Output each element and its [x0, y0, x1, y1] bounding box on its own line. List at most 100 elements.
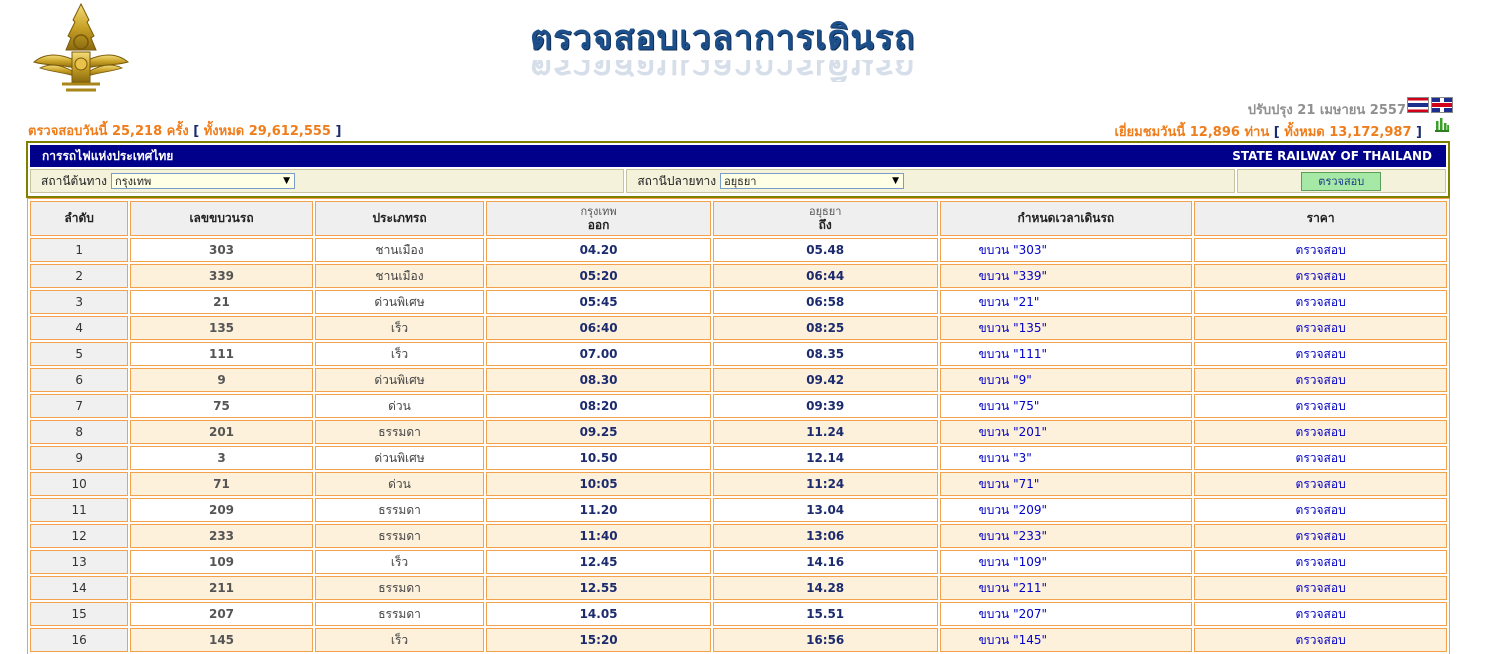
- train-schedule-link[interactable]: ขบวน "233": [939, 524, 1193, 548]
- train-schedule-link[interactable]: ขบวน "209": [939, 498, 1193, 522]
- row-train-type: ธรรมดา: [314, 498, 485, 522]
- col-depart-label: ออก: [587, 217, 610, 232]
- table-row: 12 233 ธรรมดา 11:40 13:06 ขบวน "233" ตรวจสอบ: [30, 524, 1447, 548]
- row-train-type: ด่วนพิเศษ: [314, 368, 485, 392]
- train-schedule-link[interactable]: ขบวน "211": [939, 576, 1193, 600]
- row-train-type: ชานเมือง: [314, 264, 485, 288]
- col-arrive-label: ถึง: [818, 217, 832, 232]
- price-check-link[interactable]: ตรวจสอบ: [1194, 602, 1447, 626]
- destination-label: สถานีปลายทาง: [637, 173, 717, 188]
- row-train-type: ด่วน: [314, 394, 485, 418]
- origin-station-select[interactable]: กรุงเทพ ▼: [111, 173, 296, 189]
- table-row: 15 207 ธรรมดา 14.05 15.51 ขบวน "207" ตรวจสอบ: [30, 602, 1447, 626]
- row-arrive-time: 12.14: [712, 446, 938, 470]
- row-depart-time: 10.50: [486, 446, 711, 470]
- table-row: 5 111 เร็ว 07.00 08.35 ขบวน "111" ตรวจสอบ: [30, 342, 1447, 366]
- price-check-link[interactable]: ตรวจสอบ: [1194, 420, 1447, 444]
- row-seq: 12: [30, 524, 129, 548]
- price-check-link[interactable]: ตรวจสอบ: [1194, 550, 1447, 574]
- train-schedule-link[interactable]: ขบวน "71": [939, 472, 1193, 496]
- row-arrive-time: 14.28: [712, 576, 938, 600]
- row-train-no: 209: [130, 498, 313, 522]
- org-name-th: การรถไฟแห่งประเทศไทย: [42, 148, 174, 163]
- row-train-type: ธรรมดา: [314, 602, 485, 626]
- uk-flag-icon[interactable]: [1431, 97, 1453, 113]
- train-schedule-link[interactable]: ขบวน "9": [939, 368, 1193, 392]
- price-check-link[interactable]: ตรวจสอบ: [1194, 316, 1447, 340]
- origin-label: สถานีต้นทาง: [41, 173, 108, 188]
- price-check-link[interactable]: ตรวจสอบ: [1194, 446, 1447, 470]
- table-row: 2 339 ชานเมือง 05:20 06:44 ขบวน "339" ตรวจสอบ: [30, 264, 1447, 288]
- train-schedule-link[interactable]: ขบวน "109": [939, 550, 1193, 574]
- row-depart-time: 05:20: [486, 264, 711, 288]
- row-depart-time: 11:40: [486, 524, 711, 548]
- col-depart: กรุงเทพ ออก: [486, 201, 711, 236]
- row-train-type: ธรรมดา: [314, 420, 485, 444]
- train-schedule-link[interactable]: ขบวน "339": [939, 264, 1193, 288]
- destination-station-select[interactable]: อยุธยา ▼: [720, 173, 905, 189]
- row-arrive-time: 06:44: [712, 264, 938, 288]
- train-schedule-link[interactable]: ขบวน "201": [939, 420, 1193, 444]
- check-button[interactable]: ตรวจสอบ: [1301, 171, 1382, 191]
- train-schedule-link[interactable]: ขบวน "135": [939, 316, 1193, 340]
- origin-cell: สถานีต้นทาง กรุงเทพ ▼: [30, 169, 625, 193]
- row-train-no: 207: [130, 602, 313, 626]
- srt-winged-emblem-icon: [32, 2, 130, 92]
- bar-chart-icon[interactable]: [1434, 117, 1450, 132]
- row-arrive-time: 14.16: [712, 550, 938, 574]
- page-title: ตรวจสอบเวลาการเดินรถ: [530, 18, 916, 58]
- table-row: 6 9 ด่วนพิเศษ 08.30 09.42 ขบวน "9" ตรวจสอบ: [30, 368, 1447, 392]
- thai-flag-icon[interactable]: [1407, 97, 1429, 113]
- train-schedule-link[interactable]: ขบวน "21": [939, 290, 1193, 314]
- train-schedule-link[interactable]: ขบวน "145": [939, 628, 1193, 652]
- price-check-link[interactable]: ตรวจสอบ: [1194, 472, 1447, 496]
- row-arrive-time: 09.42: [712, 368, 938, 392]
- row-train-type: เร็ว: [314, 628, 485, 652]
- train-schedule-link[interactable]: ขบวน "75": [939, 394, 1193, 418]
- table-row: 9 3 ด่วนพิเศษ 10.50 12.14 ขบวน "3" ตรวจสอบ: [30, 446, 1447, 470]
- col-origin-station: กรุงเทพ: [580, 204, 617, 218]
- price-check-link[interactable]: ตรวจสอบ: [1194, 394, 1447, 418]
- price-check-link[interactable]: ตรวจสอบ: [1194, 524, 1447, 548]
- price-check-link[interactable]: ตรวจสอบ: [1194, 264, 1447, 288]
- row-seq: 1: [30, 238, 129, 262]
- row-train-no: 339: [130, 264, 313, 288]
- visit-stats: เยี่ยมชมวันนี้ 12,896 ท่าน [ ทั้งหมด 13,…: [1114, 125, 1423, 140]
- row-seq: 15: [30, 602, 129, 626]
- table-row: 7 75 ด่วน 08:20 09:39 ขบวน "75" ตรวจสอบ: [30, 394, 1447, 418]
- row-train-no: 233: [130, 524, 313, 548]
- page-title-reflection: ตรวจสอบเวลาการเดินรถ: [530, 60, 916, 82]
- train-schedule-link[interactable]: ขบวน "303": [939, 238, 1193, 262]
- row-train-type: ด่วนพิเศษ: [314, 290, 485, 314]
- row-seq: 11: [30, 498, 129, 522]
- row-train-no: 75: [130, 394, 313, 418]
- table-row: 8 201 ธรรมดา 09.25 11.24 ขบวน "201" ตรวจสอบ: [30, 420, 1447, 444]
- row-train-no: 145: [130, 628, 313, 652]
- row-depart-time: 12.55: [486, 576, 711, 600]
- row-arrive-time: 13.04: [712, 498, 938, 522]
- table-row: 10 71 ด่วน 10:05 11:24 ขบวน "71" ตรวจสอบ: [30, 472, 1447, 496]
- col-type: ประเภทรถ: [314, 201, 485, 236]
- row-train-no: 21: [130, 290, 313, 314]
- price-check-link[interactable]: ตรวจสอบ: [1194, 576, 1447, 600]
- row-arrive-time: 16:56: [712, 628, 938, 652]
- train-schedule-link[interactable]: ขบวน "3": [939, 446, 1193, 470]
- price-check-link[interactable]: ตรวจสอบ: [1194, 290, 1447, 314]
- row-depart-time: 09.25: [486, 420, 711, 444]
- search-row: สถานีต้นทาง กรุงเทพ ▼ สถานีปลายทาง อยุธย…: [30, 169, 1446, 193]
- price-check-link[interactable]: ตรวจสอบ: [1194, 238, 1447, 262]
- train-schedule-link[interactable]: ขบวน "111": [939, 342, 1193, 366]
- row-arrive-time: 05.48: [712, 238, 938, 262]
- row-arrive-time: 09:39: [712, 394, 938, 418]
- row-seq: 14: [30, 576, 129, 600]
- price-check-link[interactable]: ตรวจสอบ: [1194, 498, 1447, 522]
- row-seq: 9: [30, 446, 129, 470]
- price-check-link[interactable]: ตรวจสอบ: [1194, 342, 1447, 366]
- train-schedule-link[interactable]: ขบวน "207": [939, 602, 1193, 626]
- row-depart-time: 08:20: [486, 394, 711, 418]
- org-name-en: STATE RAILWAY OF THAILAND: [1232, 149, 1432, 163]
- price-check-link[interactable]: ตรวจสอบ: [1194, 368, 1447, 392]
- row-depart-time: 12.45: [486, 550, 711, 574]
- row-depart-time: 04.20: [486, 238, 711, 262]
- price-check-link[interactable]: ตรวจสอบ: [1194, 628, 1447, 652]
